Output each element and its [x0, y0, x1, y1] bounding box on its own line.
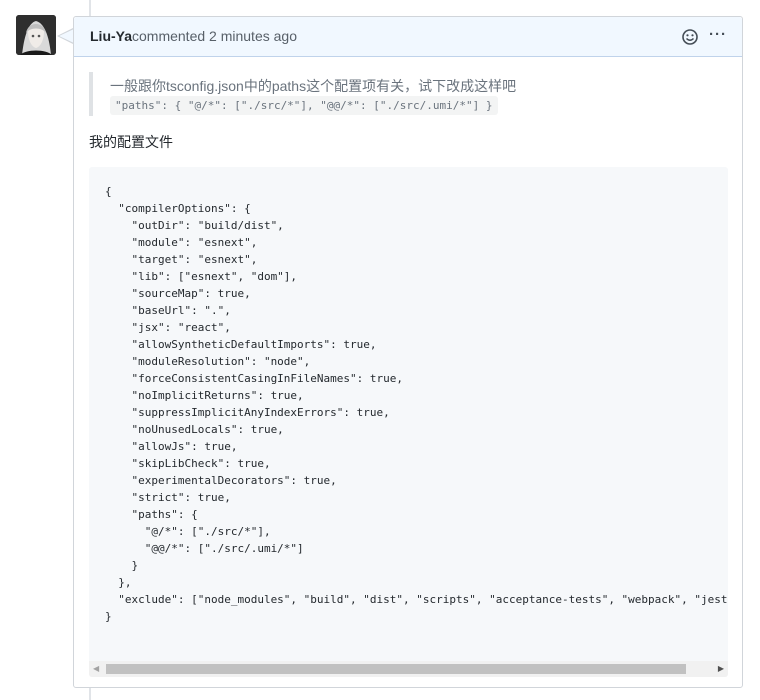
code-line: "jsx": "react", — [105, 321, 231, 334]
code-line: "@/*": ["./src/*"], — [105, 525, 271, 538]
code-block[interactable]: { "compilerOptions": { "outDir": "build/… — [89, 167, 728, 677]
code-line: "outDir": "build/dist", — [105, 219, 284, 232]
triangle-right-icon[interactable]: ▶ — [718, 664, 724, 673]
code-line: "suppressImplicitAnyIndexErrors": true, — [105, 406, 390, 419]
avatar[interactable] — [16, 15, 56, 55]
code-line: "compilerOptions": { — [105, 202, 251, 215]
code-line: }, — [105, 576, 132, 589]
code-line: "@@/*": ["./src/.umi/*"] — [105, 542, 304, 555]
code-line: "baseUrl": ".", — [105, 304, 231, 317]
code-line: "forceConsistentCasingInFileNames": true… — [105, 372, 404, 385]
comment-header: Liu-Ya commented 2 minutes ago ··· — [74, 17, 742, 57]
horizontal-scrollbar[interactable]: ◀ ▶ — [89, 661, 728, 677]
kebab-horizontal-icon[interactable]: ··· — [709, 26, 727, 43]
scrollbar-thumb[interactable] — [106, 664, 686, 674]
code-line: "strict": true, — [105, 491, 231, 504]
triangle-left-icon[interactable]: ◀ — [93, 664, 99, 673]
blockquote: 一般跟你tsconfig.json中的paths这个配置项有关，试下改成这样吧 … — [89, 72, 516, 116]
avatar-image — [16, 15, 56, 55]
comment-arrow-fill — [59, 29, 74, 43]
code-line: { — [105, 185, 112, 198]
comment-timestamp[interactable]: commented 2 minutes ago — [132, 28, 297, 44]
code-line: "moduleResolution": "node", — [105, 355, 311, 368]
quote-text: 一般跟你tsconfig.json中的paths这个配置项有关，试下改成这样吧 — [110, 78, 517, 94]
code-line: "allowSyntheticDefaultImports": true, — [105, 338, 377, 351]
code-line: "noUnusedLocals": true, — [105, 423, 284, 436]
comment-box: Liu-Ya commented 2 minutes ago ··· 一般跟你t… — [73, 16, 743, 688]
code-line: "noImplicitReturns": true, — [105, 389, 304, 402]
smiley-icon[interactable] — [681, 28, 699, 46]
code-line: } — [105, 559, 139, 572]
code-line: "skipLibCheck": true, — [105, 457, 271, 470]
code-line: "module": "esnext", — [105, 236, 258, 249]
comment-paragraph: 我的配置文件 — [89, 134, 173, 150]
code-line: "allowJs": true, — [105, 440, 238, 453]
code-line: "experimentalDecorators": true, — [105, 474, 337, 487]
code-line: } — [105, 610, 112, 623]
code-line: "paths": { — [105, 508, 198, 521]
author-link[interactable]: Liu-Ya — [90, 28, 132, 44]
code-content: { "compilerOptions": { "outDir": "build/… — [105, 183, 728, 625]
code-line: "target": "esnext", — [105, 253, 258, 266]
code-line: "lib": ["esnext", "dom"], — [105, 270, 298, 283]
quote-inline-code: "paths": { "@/*": ["./src/*"], "@@/*": [… — [110, 96, 498, 115]
code-line: "exclude": ["node_modules", "build", "di… — [105, 593, 728, 606]
code-line: "sourceMap": true, — [105, 287, 251, 300]
